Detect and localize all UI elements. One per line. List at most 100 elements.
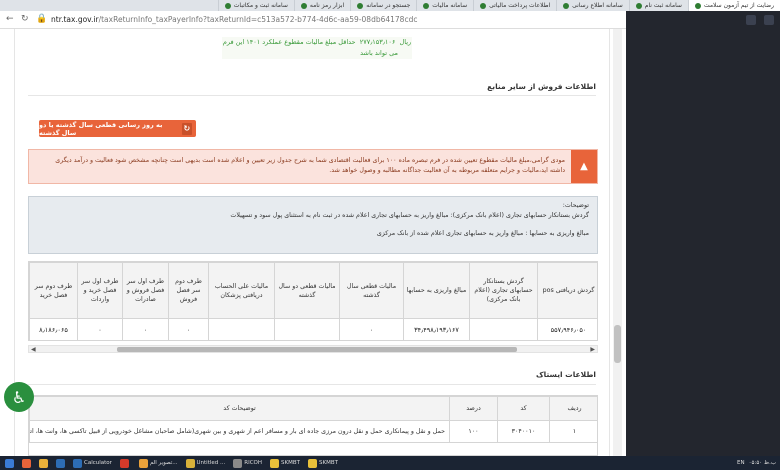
browser-tab[interactable]: سامانه ثبت نام <box>628 0 688 11</box>
calculator-icon <box>73 458 82 468</box>
taskbar-app[interactable]: SKMBT <box>305 457 341 469</box>
lock-icon: 🔒 <box>36 14 48 24</box>
table-cell: حمل و نقل و پیمانکاری حمل و نقل درون مرز… <box>29 420 450 443</box>
taskbar-app[interactable]: Calculator <box>70 457 115 469</box>
url-text[interactable]: ntr.tax.gov.ir/taxReturnInfo_taxPayerInf… <box>51 15 417 24</box>
extension-icon[interactable] <box>746 15 756 25</box>
menu-icon[interactable] <box>764 15 774 25</box>
taskbar-app[interactable] <box>19 457 34 469</box>
page-content: ریال ۲۷۷٫۱۵۳٫۱۰۶ حداقل مبلغ مالیات مقطوع… <box>0 29 626 456</box>
table-header-row: گردش دریافتی pos گردش بستانکار حسابهای ت… <box>29 262 597 319</box>
language-indicator[interactable]: EN <box>737 460 745 466</box>
table-cell: ۳۰۴۰۰۱۰ <box>497 420 550 443</box>
section-title-other-sales: اطلاعات فروش از سایر منابع <box>487 82 596 91</box>
browser-tab[interactable]: ابزار رمز نامه <box>293 0 350 11</box>
windows-icon <box>5 458 14 468</box>
browser-tab[interactable]: رضایت از تیم آزمون سلامت <box>687 0 780 11</box>
tab-favicon-icon <box>357 2 364 9</box>
warning-icon: ▲ <box>571 150 597 183</box>
tab-favicon-icon <box>563 2 570 9</box>
taskbar: Calculator تصویر الم... Untitled ... RIC… <box>0 456 780 470</box>
tab-favicon-icon <box>480 2 487 9</box>
back-icon[interactable]: ← <box>6 15 15 24</box>
refresh-icon[interactable]: ↻ <box>21 15 30 24</box>
tab-favicon-icon <box>694 2 701 9</box>
table-cell <box>208 318 275 340</box>
browser-tab[interactable]: اطلاعات پرداخت مالیاتی <box>473 0 556 11</box>
column-header: کد <box>497 396 550 421</box>
activity-table: ردیف کد درصد توضیحات کد ۱ ۳۰۴۰۰۱۰ ۱۰۰ حم… <box>28 395 598 456</box>
browser-icon <box>22 458 31 468</box>
scroll-right-icon[interactable]: ▶ <box>590 346 595 353</box>
taskbar-app[interactable]: RICOH <box>230 457 265 469</box>
table-cell: ۱ <box>549 420 597 443</box>
browser-tab[interactable]: سامانه مالیات <box>416 0 473 11</box>
column-header: گردش بستانکار حسابهای تجاری (اعلام بانک … <box>469 262 538 319</box>
tab-favicon-icon <box>300 2 307 9</box>
start-button[interactable] <box>2 457 17 469</box>
table-header-row: ردیف کد درصد توضیحات کد <box>29 396 597 421</box>
explanations-box: توضیحات: گردش بستانکار حسابهای تجاری (اع… <box>28 196 598 254</box>
word-icon <box>56 458 65 468</box>
taskbar-app[interactable]: SKMBT <box>267 457 303 469</box>
system-tray: EN ۰۵:۵۰ ب.ظ <box>737 456 776 470</box>
tab-favicon-icon <box>423 2 430 9</box>
section-title-activity: اطلاعات ایستاک <box>536 370 596 379</box>
scanner-icon <box>308 458 317 468</box>
column-header: توضیحات کد <box>29 396 450 421</box>
scrollbar-thumb[interactable] <box>614 325 621 363</box>
document-icon <box>185 458 195 468</box>
table-row: ۵۵۷٫۹۴۶٫۰۵۰ ۳۴٫۴۹۸٫۱۹۳٫۱۶۷ ۰ ۰ ۰ ۰ ۸٫۱۸۶… <box>29 318 597 340</box>
tab-favicon-icon <box>224 2 231 9</box>
browser-tab[interactable]: جستجو در سامانه <box>350 0 416 11</box>
table-cell: ۵۵۷٫۹۴۶٫۰۵۰ <box>537 318 597 340</box>
divider <box>28 384 596 385</box>
tab-favicon-icon <box>635 2 642 9</box>
column-header: مالیات قطعی دو سال گذشته <box>274 262 340 319</box>
table-cell: ۸٫۱۸۶٫۰۶۵ <box>29 318 78 340</box>
printer-icon <box>233 458 243 468</box>
column-header: طرف دوم سر فصل فروش <box>168 262 209 319</box>
taskbar-app[interactable]: تصویر الم... <box>136 457 181 469</box>
column-header: طرف دوم سر فصل خرید <box>29 262 78 319</box>
image-icon <box>138 458 148 468</box>
folder-icon <box>39 458 48 468</box>
table-horizontal-scrollbar[interactable]: ◀ ▶ <box>28 345 598 353</box>
taskbar-app[interactable]: Untitled ... <box>183 457 229 469</box>
scroll-left-icon[interactable]: ◀ <box>31 346 36 353</box>
table-cell: ۱۰۰ <box>449 420 498 443</box>
divider <box>28 95 596 96</box>
column-header: طرف اول سر فصل فروش و صادرات <box>122 262 169 319</box>
taskbar-app[interactable] <box>53 457 68 469</box>
browser-tab-strip: رضایت از تیم آزمون سلامت سامانه ثبت نام … <box>0 0 780 11</box>
column-header: درصد <box>449 396 498 421</box>
column-header: مالیات علی الحساب دریافتی پزشکان <box>208 262 275 319</box>
table-cell: ۳۴٫۴۹۸٫۱۹۳٫۱۶۷ <box>403 318 470 340</box>
warning-alert: ▲ مودی گرامی،مبلغ مالیات مقطوع تعیین شده… <box>28 149 598 184</box>
browser-tab[interactable]: سامانه اطلاع رسانی <box>556 0 629 11</box>
column-header: طرف اول سر فصل خرید و واردات <box>77 262 123 319</box>
page-vertical-scrollbar[interactable] <box>613 29 622 456</box>
table-cell <box>274 318 340 340</box>
browser-tab[interactable]: سامانه ثبت و مکاتبات <box>217 0 294 11</box>
side-panel <box>626 11 780 456</box>
table-cell: ۰ <box>168 318 209 340</box>
sales-table: گردش دریافتی pos گردش بستانکار حسابهای ت… <box>28 261 598 341</box>
refresh-icon: ↻ <box>181 122 192 135</box>
table-cell <box>469 318 538 340</box>
table-cell: ۰ <box>339 318 404 340</box>
table-row: ۱ ۳۰۴۰۰۱۰ ۱۰۰ حمل و نقل و پیمانکاری حمل … <box>29 420 597 443</box>
scanner-icon <box>270 458 280 468</box>
min-tax-note: ریال ۲۷۷٫۱۵۳٫۱۰۶ حداقل مبلغ مالیات مقطوع… <box>222 37 412 59</box>
column-header: ردیف <box>549 396 597 421</box>
address-bar[interactable]: ← ↻ 🔒 ntr.tax.gov.ir/taxReturnInfo_taxPa… <box>0 11 626 29</box>
taskbar-app[interactable] <box>117 457 134 469</box>
table-cell: ۰ <box>122 318 169 340</box>
table-cell: ۰ <box>77 318 123 340</box>
update-last-years-button[interactable]: به روز رسانی قطعی سال گذشته یا دو سال گذ… <box>39 120 196 137</box>
scrollbar-thumb[interactable] <box>117 347 517 352</box>
accessibility-icon[interactable]: ♿ <box>4 382 34 412</box>
column-header: مبالغ واریزی به حسابها <box>403 262 470 319</box>
clock[interactable]: ۰۵:۵۰ ب.ظ <box>749 460 776 466</box>
taskbar-app[interactable] <box>36 457 51 469</box>
